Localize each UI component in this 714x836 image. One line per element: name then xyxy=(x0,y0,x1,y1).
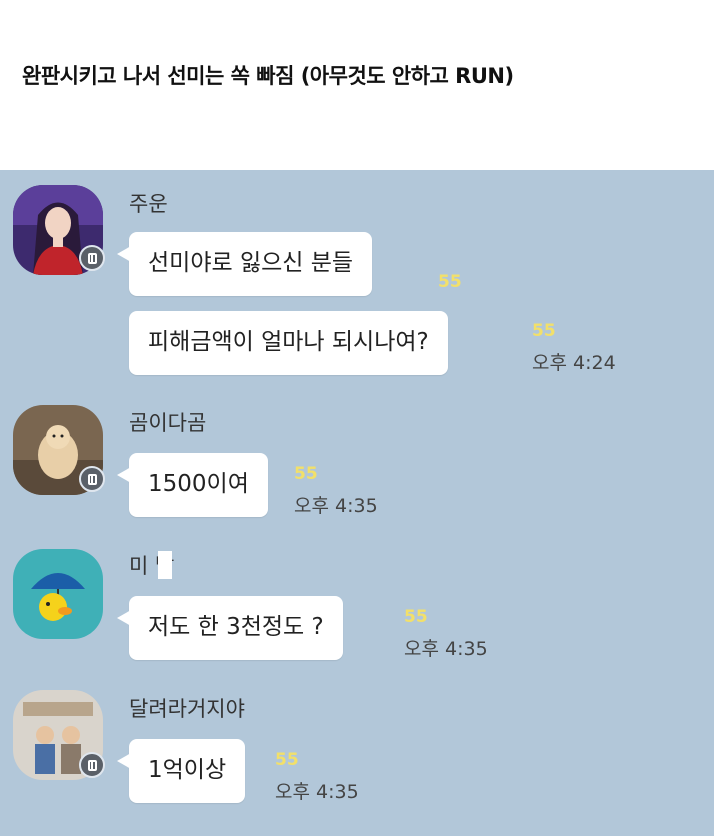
message-bubble[interactable]: 선미야로 잃으신 분들 xyxy=(116,232,373,296)
message-bubble[interactable]: 저도 한 3천정도 ? xyxy=(117,596,343,660)
message-time: 오후 4:24 xyxy=(532,352,616,374)
unread-count: 55 xyxy=(275,750,299,770)
avatar-illustration xyxy=(13,549,103,639)
sender-name: 주운 xyxy=(129,192,168,216)
message-time: 오후 4:35 xyxy=(404,638,488,660)
message-time: 오후 4:35 xyxy=(294,495,378,517)
unread-count: 55 xyxy=(532,321,556,341)
avatar-user-3[interactable] xyxy=(13,549,103,639)
censor-block xyxy=(158,551,172,579)
unread-count: 55 xyxy=(438,272,462,292)
sender-name: 달려라거지야 xyxy=(129,697,245,721)
channel-badge-icon xyxy=(79,466,105,492)
unread-count: 55 xyxy=(294,464,318,484)
channel-badge-icon xyxy=(79,245,105,271)
message-time: 오후 4:35 xyxy=(275,781,359,803)
message-bubble[interactable]: 1억이상 xyxy=(116,739,246,803)
channel-badge-icon xyxy=(79,752,105,778)
unread-count: 55 xyxy=(404,607,428,627)
post-headline: 완판시키고 나서 선미는 쏙 빠짐 (아무것도 안하고 RUN) xyxy=(22,64,514,88)
message-bubble[interactable]: 1500이여 xyxy=(117,453,268,517)
message-bubble[interactable]: 피해금액이 얼마나 되시나여? xyxy=(129,311,448,375)
chat-room: 주운 선미야로 잃으신 분들 55 피해금액이 얼마나 되시나여? 55 오후 … xyxy=(0,170,714,836)
sender-name: 곰이다곰 xyxy=(129,411,207,435)
